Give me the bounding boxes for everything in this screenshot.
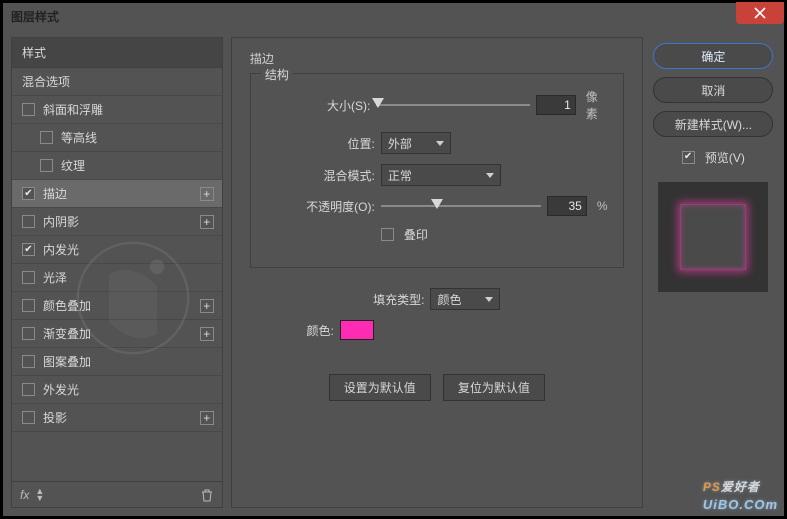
- section-title: 描边: [250, 50, 624, 67]
- style-row[interactable]: 光泽: [12, 264, 222, 292]
- chevron-down-icon: [436, 141, 444, 146]
- style-checkbox[interactable]: [40, 131, 53, 144]
- settings-panel: 描边 结构 大小(S): 像素 位置: 外部: [231, 37, 643, 508]
- right-panel: 确定 取消 新建样式(W)... ✔ 预览(V): [651, 37, 776, 508]
- style-label: 光泽: [43, 269, 212, 286]
- styles-list-panel: 样式 混合选项 斜面和浮雕等高线纹理描边+内阴影+内发光光泽颜色叠加+渐变叠加+…: [11, 37, 223, 508]
- style-label: 纹理: [61, 157, 212, 174]
- style-label: 内阴影: [43, 213, 212, 230]
- dialog-title: 图层样式: [11, 8, 59, 25]
- style-checkbox[interactable]: [22, 355, 35, 368]
- close-icon: [754, 7, 766, 19]
- new-style-button[interactable]: 新建样式(W)...: [653, 111, 773, 137]
- blending-options-label: 混合选项: [22, 73, 212, 90]
- style-row[interactable]: 内阴影+: [12, 208, 222, 236]
- position-value: 外部: [388, 135, 412, 152]
- fill-type-label: 填充类型:: [373, 291, 424, 308]
- style-row[interactable]: 外发光: [12, 376, 222, 404]
- style-label: 投影: [43, 409, 212, 426]
- style-row[interactable]: 斜面和浮雕: [12, 96, 222, 124]
- style-label: 渐变叠加: [43, 325, 212, 342]
- blend-mode-value: 正常: [388, 167, 412, 184]
- styles-header[interactable]: 样式: [12, 38, 222, 68]
- position-select[interactable]: 外部: [381, 132, 451, 154]
- fx-icon[interactable]: fx: [20, 488, 29, 502]
- style-row[interactable]: 渐变叠加+: [12, 320, 222, 348]
- overprint-checkbox[interactable]: [381, 228, 394, 241]
- chevron-down-icon: [486, 173, 494, 178]
- size-unit: 像素: [586, 88, 609, 122]
- style-label: 图案叠加: [43, 353, 212, 370]
- opacity-input[interactable]: [547, 196, 587, 216]
- add-effect-icon[interactable]: +: [200, 215, 214, 229]
- color-swatch[interactable]: [340, 320, 374, 340]
- close-button[interactable]: [736, 2, 784, 24]
- cancel-button[interactable]: 取消: [653, 77, 773, 103]
- style-label: 描边: [43, 185, 212, 202]
- overprint-label: 叠印: [404, 226, 428, 243]
- style-row[interactable]: 内发光: [12, 236, 222, 264]
- fill-type-value: 颜色: [437, 291, 461, 308]
- structure-legend: 结构: [261, 66, 293, 83]
- size-label: 大小(S):: [265, 97, 371, 114]
- opacity-slider[interactable]: [381, 198, 541, 214]
- style-checkbox[interactable]: [22, 411, 35, 424]
- structure-group: 结构 大小(S): 像素 位置: 外部: [250, 73, 624, 268]
- preview-label: 预览(V): [705, 149, 745, 166]
- set-default-button[interactable]: 设置为默认值: [329, 374, 431, 401]
- style-label: 外发光: [43, 381, 212, 398]
- style-checkbox[interactable]: [22, 327, 35, 340]
- ok-button[interactable]: 确定: [653, 43, 773, 69]
- style-checkbox[interactable]: [22, 243, 35, 256]
- style-label: 等高线: [61, 129, 212, 146]
- size-input[interactable]: [536, 95, 576, 115]
- preview-checkbox[interactable]: ✔: [682, 151, 695, 164]
- titlebar: 图层样式: [3, 3, 784, 29]
- style-row[interactable]: 描边+: [12, 180, 222, 208]
- add-effect-icon[interactable]: +: [200, 187, 214, 201]
- preview-inner: [680, 204, 746, 270]
- blend-mode-label: 混合模式:: [265, 167, 375, 184]
- styles-footer: fx ▲▼: [11, 482, 223, 508]
- style-row[interactable]: 纹理: [12, 152, 222, 180]
- style-row[interactable]: 颜色叠加+: [12, 292, 222, 320]
- position-label: 位置:: [265, 135, 375, 152]
- style-checkbox[interactable]: [22, 299, 35, 312]
- style-label: 斜面和浮雕: [43, 101, 212, 118]
- fx-menu-icon[interactable]: ▲▼: [35, 488, 44, 502]
- add-effect-icon[interactable]: +: [200, 327, 214, 341]
- preview-thumbnail: [658, 182, 768, 292]
- chevron-down-icon: [485, 297, 493, 302]
- style-checkbox[interactable]: [40, 159, 53, 172]
- fill-group: 填充类型: 颜色 颜色:: [250, 284, 624, 354]
- style-checkbox[interactable]: [22, 215, 35, 228]
- style-checkbox[interactable]: [22, 383, 35, 396]
- style-checkbox[interactable]: [22, 103, 35, 116]
- opacity-label: 不透明度(O):: [265, 198, 375, 215]
- blend-mode-select[interactable]: 正常: [381, 164, 501, 186]
- style-checkbox[interactable]: [22, 187, 35, 200]
- add-effect-icon[interactable]: +: [200, 299, 214, 313]
- fill-type-select[interactable]: 颜色: [430, 288, 500, 310]
- blending-options-row[interactable]: 混合选项: [12, 68, 222, 96]
- style-label: 内发光: [43, 241, 212, 258]
- color-label: 颜色:: [264, 322, 334, 339]
- trash-icon[interactable]: [200, 488, 214, 502]
- reset-default-button[interactable]: 复位为默认值: [443, 374, 545, 401]
- opacity-unit: %: [597, 199, 608, 213]
- size-slider[interactable]: [376, 97, 529, 113]
- style-checkbox[interactable]: [22, 271, 35, 284]
- style-row[interactable]: 等高线: [12, 124, 222, 152]
- add-effect-icon[interactable]: +: [200, 411, 214, 425]
- style-label: 颜色叠加: [43, 297, 212, 314]
- style-row[interactable]: 投影+: [12, 404, 222, 432]
- style-row[interactable]: 图案叠加: [12, 348, 222, 376]
